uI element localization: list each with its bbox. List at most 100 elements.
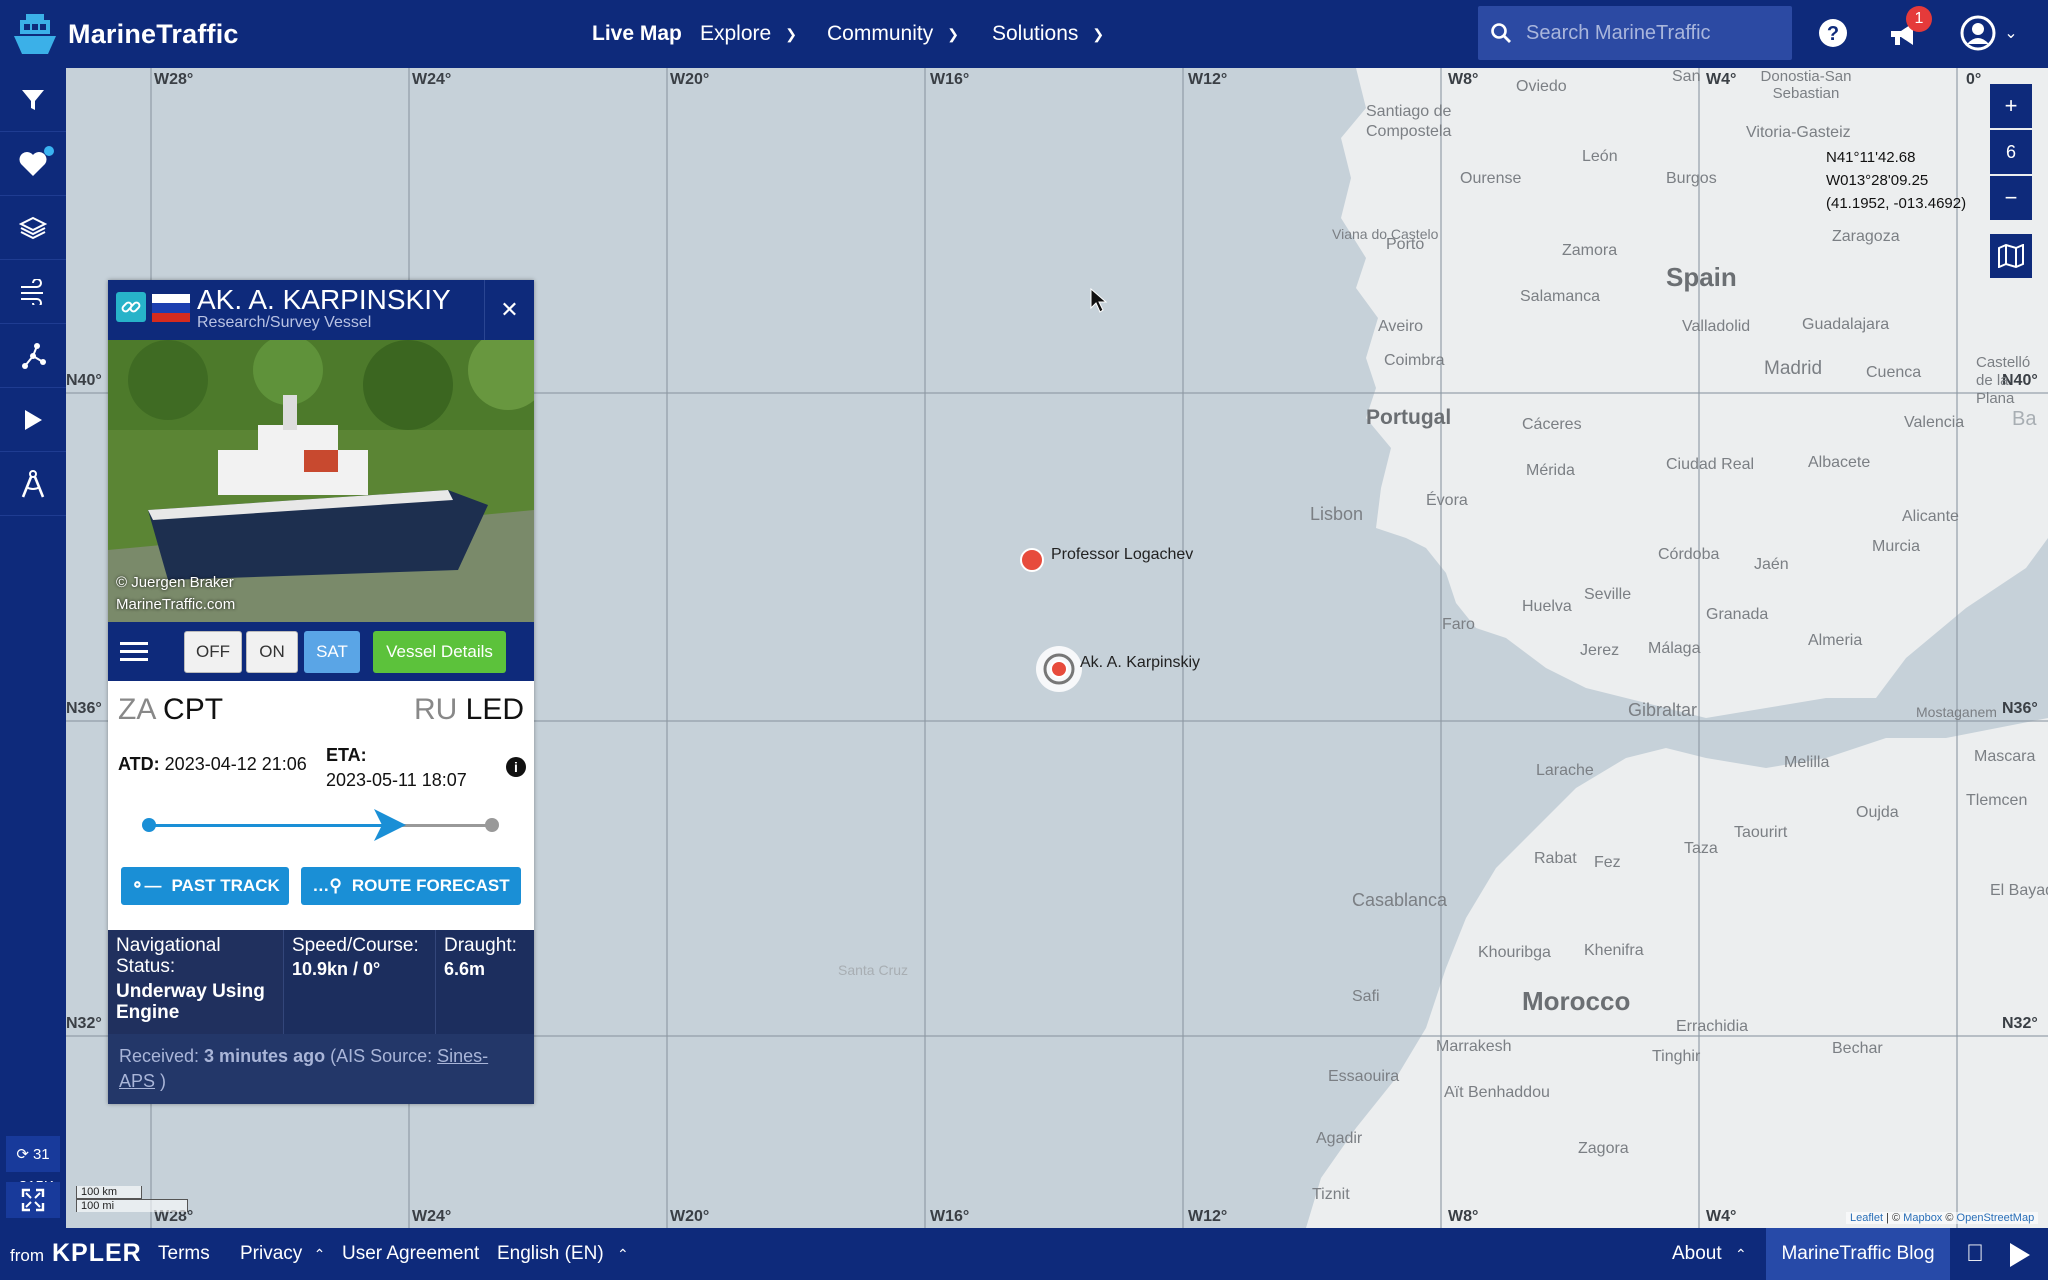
zoom-controls: + 6 − [1990,84,2032,280]
map-style-button[interactable] [1990,234,2032,278]
vessel-label[interactable]: Professor Logachev [1051,546,1193,564]
route-forecast-label: ROUTE FORECAST [351,876,510,895]
nav-explore[interactable]: Explore ❯ [700,0,797,68]
place-label: Ba [2012,408,2037,430]
voyage-progress-bar [142,809,499,841]
refresh-count: 31 [32,1145,50,1163]
chevron-up-icon: ⌃ [313,1246,326,1262]
help-icon[interactable]: ? [1814,14,1852,52]
density-button[interactable] [0,324,66,388]
brand-name: MarineTraffic [68,18,239,49]
place-label: Faro [1442,616,1475,633]
past-track-button[interactable]: ⚬— PAST TRACK [121,867,289,905]
filter-icon [22,89,44,110]
track-off-button[interactable]: OFF [184,631,242,673]
mapbox-link[interactable]: Mapbox [1903,1212,1942,1224]
lon-label: W28° [154,71,194,88]
nav-solutions[interactable]: Solutions ❯ [992,0,1104,68]
vessel-stats: Navigational Status: Underway Using Engi… [108,930,534,1034]
vessel-type: Research/Survey Vessel [197,314,372,331]
weather-button[interactable] [0,260,66,324]
apple-app-icon[interactable]:  [1966,1240,1984,1268]
footer-language-menu[interactable]: English (EN) ⌃ [497,1243,629,1265]
leaflet-link[interactable]: Leaflet [1850,1212,1883,1224]
place-label: Santa Cruz [838,962,909,978]
top-navbar: MarineTraffic Live Map Explore ❯ Communit… [0,0,2048,68]
place-label: El Bayadh [1990,882,2048,899]
coord-lon: W013°28'09.25 [1826,172,1929,189]
nav-status-value: Underway Using Engine [116,981,265,1023]
footer-privacy-menu[interactable]: Privacy ⌃ [240,1243,325,1265]
kpler-logo[interactable]: KPLER [52,1239,142,1268]
photo-credit-site: MarineTraffic.com [116,596,236,613]
search-input[interactable]: Search MarineTraffic [1478,6,1792,60]
vessel-label[interactable]: Ak. A. Karpinskiy [1080,654,1200,672]
osm-link[interactable]: OpenStreetMap [1957,1212,2035,1224]
footer-about-menu[interactable]: About ⌃ [1672,1243,1747,1265]
eta: ETA: 2023-05-11 18:07 [326,743,467,793]
user-account-menu[interactable]: ⌄ [1954,14,2024,52]
draught-label: Draught: [444,935,517,956]
close-icon: ✕ [500,297,519,322]
place-label: Málaga [1648,640,1701,657]
eta-value: 2023-05-11 18:07 [326,770,467,790]
vessel-details-button[interactable]: Vessel Details [373,631,506,673]
place-label: Tiznit [1312,1186,1350,1203]
vessel-action-row: OFF ON SAT Vessel Details [108,622,534,681]
route-forecast-button[interactable]: …⚲ ROUTE FORECAST [301,867,521,905]
footer-terms-link[interactable]: Terms [158,1243,210,1265]
notifications-megaphone-icon[interactable]: 1 [1884,6,1932,52]
departure-port[interactable]: ZA CPT [118,693,223,727]
nav-live-map[interactable]: Live Map [592,0,682,68]
left-toolbar: ▲315K ⟳31 [0,68,66,1228]
layers-button[interactable] [0,196,66,260]
vessel-menu-button[interactable] [116,631,152,673]
info-icon[interactable]: i [506,757,526,777]
marinetraffic-logo[interactable]: MarineTraffic [12,12,239,56]
user-avatar-icon [1960,15,1996,51]
place-label: Almeria [1808,632,1863,649]
fullscreen-button[interactable] [6,1182,60,1218]
close-panel-button[interactable]: ✕ [484,280,534,340]
grid-line [1956,68,1958,1228]
place-label: Safi [1352,988,1380,1005]
playback-button[interactable] [0,388,66,452]
destination-port-code: LED [465,693,524,726]
place-label: Zagora [1578,1140,1629,1157]
vessel-marker-ak-a-karpinskiy[interactable] [1036,646,1082,692]
place-label: Mascara [1974,748,2036,765]
favorites-button[interactable] [0,132,66,196]
track-on-button[interactable]: ON [246,631,298,673]
vessel-marker-professor-logachev[interactable] [1020,548,1044,572]
speed-course-value: 10.9kn / 0° [292,959,381,979]
zoom-in-button[interactable]: + [1990,84,2032,128]
layers-icon [19,216,47,239]
place-label: Huelva [1522,598,1572,615]
lon-label: W16° [930,71,970,88]
search-placeholder: Search MarineTraffic [1526,21,1711,44]
lat-label: N36° [2002,700,2038,717]
link-icon[interactable] [116,292,146,322]
footer-user-agreement-link[interactable]: User Agreement [342,1243,479,1265]
footer-about-label: About [1672,1243,1722,1264]
place-label: Fez [1594,854,1621,871]
destination-port[interactable]: RU LED [414,693,524,727]
map-attribution: Leaflet | © Mapbox © OpenStreetMap [1846,1212,2039,1224]
satellite-button[interactable]: SAT [304,631,360,673]
measure-button[interactable] [0,452,66,516]
filter-button[interactable] [0,68,66,132]
blog-link[interactable]: MarineTraffic Blog [1766,1228,1950,1280]
place-label: Burgos [1666,170,1717,187]
chevron-up-icon: ⌃ [616,1246,629,1262]
google-play-icon[interactable] [2008,1242,2032,1268]
svg-text:?: ? [1827,23,1839,45]
progress-start-dot [142,818,156,832]
nav-community[interactable]: Community ❯ [827,0,959,68]
refresh-button[interactable]: ⟳ 31 [6,1136,60,1172]
zoom-out-button[interactable]: − [1990,176,2032,220]
place-label: Ciudad Real [1666,456,1755,473]
cursor-coordinates: N41°11'42.68 W013°28'09.25 (41.1952, -01… [1826,146,1966,215]
place-label: San [1672,68,1701,85]
place-label: Melilla [1784,754,1830,771]
lat-label: N32° [66,1015,102,1032]
